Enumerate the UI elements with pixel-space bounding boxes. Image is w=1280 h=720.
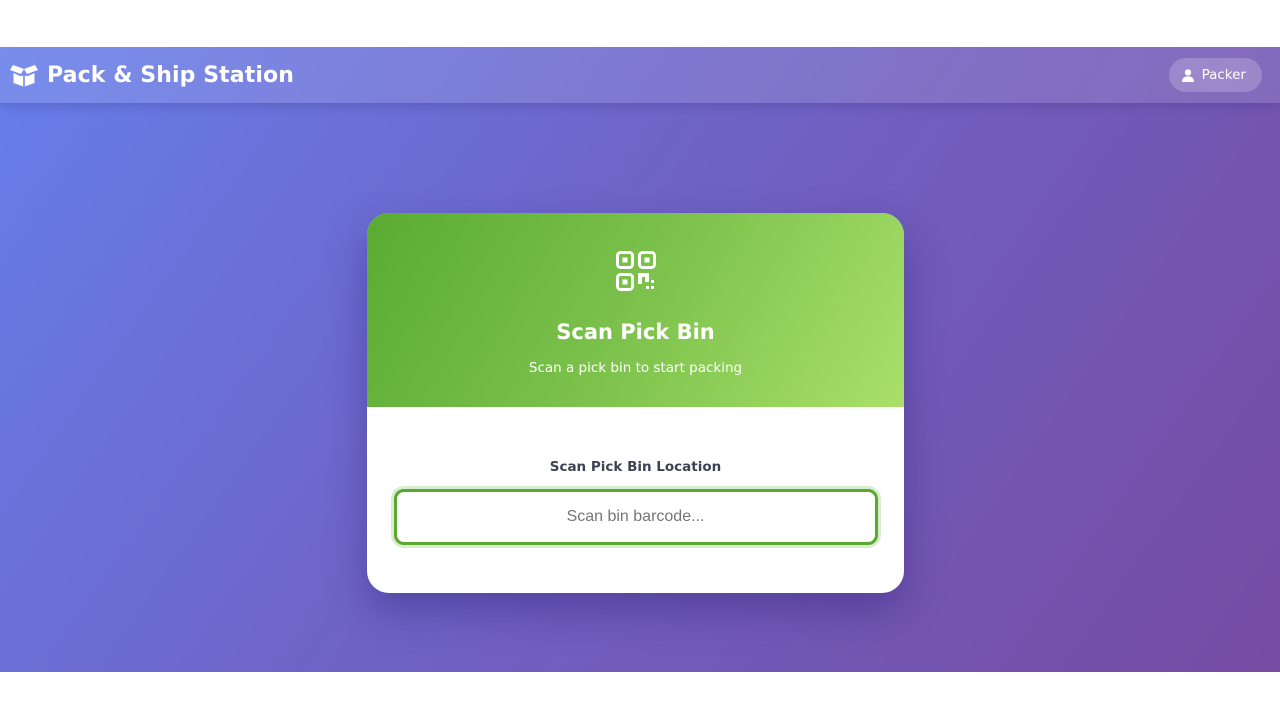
user-label: Packer	[1201, 67, 1246, 83]
bin-barcode-input[interactable]	[393, 489, 878, 545]
card-subtitle: Scan a pick bin to start packing	[528, 360, 743, 376]
user-icon	[1181, 68, 1195, 82]
card-body: Scan Pick Bin Location	[367, 407, 904, 545]
app-title: Pack & Ship Station	[47, 62, 294, 88]
user-menu-button[interactable]: Packer	[1168, 58, 1262, 92]
qr-code-icon	[615, 251, 656, 291]
card-title: Scan Pick Bin	[556, 320, 715, 344]
bin-location-label: Scan Pick Bin Location	[549, 459, 722, 475]
top-bar: Pack & Ship Station Packer	[0, 47, 1280, 103]
box-open-icon	[10, 62, 38, 88]
card-header: Scan Pick Bin Scan a pick bin to start p…	[367, 213, 904, 407]
app-background: Pack & Ship Station Packer Scan Pick Bin…	[0, 47, 1280, 672]
brand: Pack & Ship Station	[10, 62, 294, 88]
scan-card: Scan Pick Bin Scan a pick bin to start p…	[367, 213, 904, 593]
